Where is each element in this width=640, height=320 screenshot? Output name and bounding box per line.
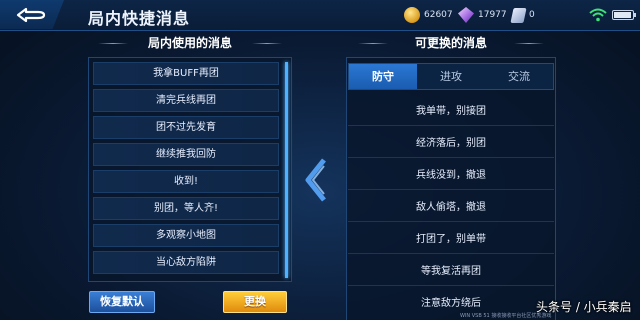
chevron-left-icon bbox=[305, 158, 326, 202]
card-value: 0 bbox=[529, 10, 535, 20]
list-item[interactable]: 别团，等人齐! bbox=[93, 197, 279, 220]
battery-icon bbox=[612, 10, 636, 20]
scrollbar[interactable] bbox=[285, 62, 288, 278]
tab-attack[interactable]: 进攻 bbox=[417, 64, 485, 89]
page-title: 局内快捷消息 bbox=[88, 9, 191, 28]
swap-button[interactable]: 更换 bbox=[223, 291, 287, 313]
scrollbar-thumb[interactable] bbox=[285, 62, 288, 278]
list-item[interactable]: 打团了，别单带 bbox=[348, 225, 554, 254]
list-item[interactable]: 兵线没到，撤退 bbox=[348, 161, 554, 190]
gold-value: 62607 bbox=[424, 10, 453, 20]
tab-communicate[interactable]: 交流 bbox=[485, 64, 553, 89]
title-decoration bbox=[514, 43, 544, 44]
list-item[interactable]: 当心敌方陷阱 bbox=[93, 251, 279, 274]
list-item[interactable]: 收到! bbox=[93, 170, 279, 193]
title-decoration bbox=[252, 43, 282, 44]
list-item[interactable]: 我拿BUFF再团 bbox=[93, 62, 279, 85]
wifi-icon bbox=[589, 8, 607, 22]
list-item[interactable]: 团不过先发育 bbox=[93, 116, 279, 139]
gold-counter[interactable]: 62607 bbox=[404, 7, 453, 23]
list-item[interactable]: 继续推我回防 bbox=[93, 143, 279, 166]
card-icon bbox=[510, 7, 527, 23]
list-item[interactable]: 敌人偷塔，撤退 bbox=[348, 193, 554, 222]
footer-note: WIN VSB 51 接收接收平台社区优秀游戏 bbox=[460, 313, 552, 319]
back-arrow-icon bbox=[16, 7, 46, 23]
gem-icon bbox=[458, 7, 474, 23]
list-item[interactable]: 我单带，别接团 bbox=[348, 97, 554, 126]
list-item[interactable]: 多观察小地图 bbox=[93, 224, 279, 247]
back-button[interactable] bbox=[0, 0, 64, 29]
in-game-message-list: 我拿BUFF再团 清完兵线再团 团不过先发育 继续推我回防 收到! 别团，等人齐… bbox=[88, 57, 292, 282]
list-item[interactable]: 经济落后，别团 bbox=[348, 129, 554, 158]
title-decoration bbox=[98, 43, 128, 44]
category-tabs: 防守 进攻 交流 bbox=[348, 63, 554, 90]
title-decoration bbox=[358, 43, 388, 44]
top-bar: 局内快捷消息 62607 17977 0 bbox=[0, 0, 640, 31]
gem-value: 17977 bbox=[478, 10, 507, 20]
tab-defense[interactable]: 防守 bbox=[349, 64, 417, 89]
reset-default-button[interactable]: 恢复默认 bbox=[89, 291, 155, 313]
list-item[interactable]: 等我复活再团 bbox=[348, 257, 554, 286]
gold-coin-icon bbox=[404, 7, 420, 23]
card-counter[interactable]: 0 bbox=[510, 7, 535, 23]
gem-counter[interactable]: 17977 bbox=[458, 7, 507, 23]
list-item[interactable]: 清完兵线再团 bbox=[93, 89, 279, 112]
